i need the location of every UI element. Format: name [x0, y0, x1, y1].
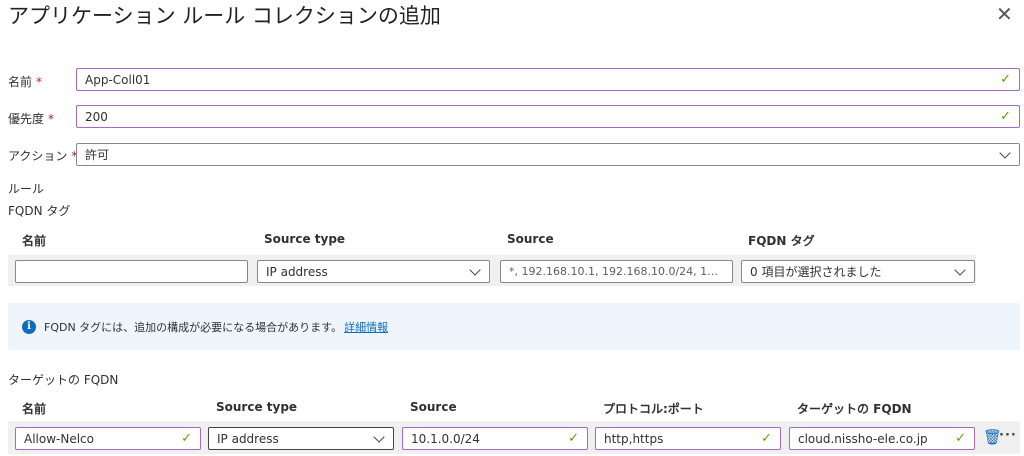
check-icon: ✓ [955, 431, 966, 446]
source-type-value: IP address [217, 431, 279, 446]
column-header-source-type: Source type [264, 232, 346, 246]
fqdn-tag-name-input[interactable] [15, 260, 248, 283]
fqdn-tags-section-label: FQDN タグ [8, 204, 71, 218]
chevron-down-icon [954, 263, 966, 276]
column-header-protocol-port: プロトコル:ポート [603, 402, 704, 416]
action-label-text: アクション [8, 149, 68, 163]
column-header-source: Source [410, 400, 457, 414]
protocol-port-input[interactable]: http,https ✓ [595, 427, 781, 450]
column-header-source: Source [507, 232, 554, 246]
target-fqdn-input[interactable]: cloud.nissho-ele.co.jp ✓ [789, 427, 975, 450]
name-value: App-Coll01 [85, 72, 151, 87]
info-banner: i FQDN タグには、追加の構成が必要になる場合があります。 詳細情報 [8, 303, 1020, 350]
required-mark: * [48, 112, 55, 126]
fqdn-tag-select[interactable]: 0 項目が選択されました [741, 260, 975, 283]
info-text: FQDN タグには、追加の構成が必要になる場合があります。 [44, 320, 343, 334]
target-source-input[interactable]: 10.1.0.0/24 ✓ [402, 427, 588, 450]
check-icon: ✓ [761, 431, 772, 446]
info-icon: i [22, 319, 36, 334]
required-mark: * [36, 75, 43, 89]
chevron-down-icon [469, 263, 481, 276]
protocol-port-value: http,https [604, 431, 664, 446]
action-select[interactable]: 許可 [76, 143, 1020, 166]
name-label: 名前 * [8, 73, 42, 90]
check-icon: ✓ [181, 431, 192, 446]
action-value: 許可 [85, 148, 110, 162]
target-source-value: 10.1.0.0/24 [411, 431, 480, 446]
target-source-type-select[interactable]: IP address [208, 427, 394, 450]
fqdn-tag-source-input[interactable]: *, 192.168.10.1, 192.168.10.0/24, 192.1.… [500, 260, 733, 283]
action-label: アクション * [8, 147, 77, 164]
column-header-target-fqdn: ターゲットの FQDN [797, 402, 912, 416]
chevron-down-icon [373, 430, 385, 443]
check-icon: ✓ [1000, 109, 1011, 124]
column-header-source-type: Source type [216, 400, 298, 414]
fqdn-tag-value: 0 項目が選択されました [750, 265, 882, 279]
priority-input[interactable]: 200 ✓ [76, 105, 1020, 128]
column-header-name: 名前 [22, 234, 47, 248]
fqdn-tag-source-type-select[interactable]: IP address [257, 260, 490, 283]
learn-more-link[interactable]: 詳細情報 [344, 319, 388, 335]
target-fqdn-value: cloud.nissho-ele.co.jp [798, 431, 928, 446]
target-fqdn-section-label: ターゲットの FQDN [8, 373, 119, 387]
chevron-down-icon [999, 146, 1011, 159]
page-title: アプリケーション ルール コレクションの追加 [8, 4, 441, 28]
priority-label: 優先度 * [8, 110, 54, 127]
target-name-input[interactable]: Allow-Nelco ✓ [15, 427, 201, 450]
more-options-icon[interactable]: ··· [999, 428, 1017, 443]
column-header-fqdn-tag: FQDN タグ [748, 234, 815, 248]
source-type-value: IP address [266, 264, 328, 279]
priority-label-text: 優先度 [8, 112, 45, 126]
check-icon: ✓ [568, 431, 579, 446]
name-input[interactable]: App-Coll01 ✓ [76, 68, 1020, 91]
column-header-name: 名前 [22, 402, 47, 416]
check-icon: ✓ [1000, 72, 1011, 87]
source-placeholder: *, 192.168.10.1, 192.168.10.0/24, 192.1.… [509, 265, 724, 278]
priority-value: 200 [85, 109, 108, 124]
target-name-value: Allow-Nelco [24, 431, 94, 446]
rules-label: ルール [8, 182, 45, 196]
name-label-text: 名前 [8, 75, 33, 89]
close-icon[interactable]: ✕ [996, 2, 1013, 26]
